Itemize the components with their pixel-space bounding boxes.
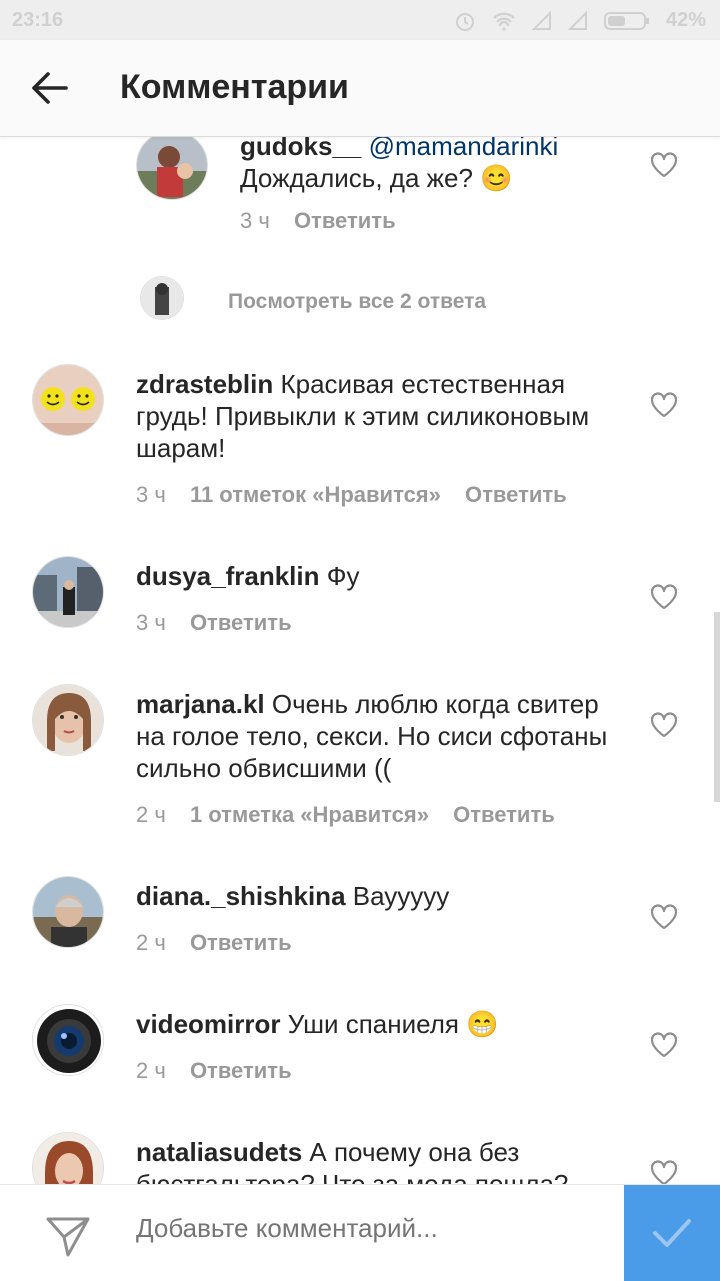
reply-button[interactable]: Ответить (294, 208, 396, 233)
heart-icon[interactable] (650, 152, 678, 178)
comment-username[interactable]: diana._shishkina (136, 881, 346, 911)
comment-text: Вауууyy (352, 881, 450, 911)
comment-text: Уши спаниеля 😁 (287, 1009, 499, 1039)
page-title: Комментарии (120, 68, 349, 106)
reply-button[interactable]: Ответить (453, 802, 555, 827)
comment-text: Фу (326, 561, 360, 591)
heart-icon[interactable] (650, 712, 678, 738)
comment-time: 2 ч (136, 1058, 166, 1083)
comment-body: gudoks__ @mamandarinki Дождались, да же?… (240, 136, 600, 194)
heart-icon[interactable] (650, 904, 678, 930)
comment-meta: 2 ч Ответить (136, 1058, 310, 1084)
battery-percent: 42% (665, 9, 706, 31)
comment-composer (0, 1184, 720, 1281)
avatar[interactable] (32, 556, 104, 628)
comment-input[interactable] (136, 1213, 606, 1244)
comment-body: videomirror Уши спаниеля 😁 (136, 1008, 606, 1040)
avatar[interactable] (32, 876, 104, 948)
checkmark-icon (653, 1219, 691, 1247)
comment-body: marjana.kl Очень люблю когда свитер на г… (136, 688, 626, 784)
avatar[interactable] (32, 364, 104, 436)
comment-mention[interactable]: @mamandarinki (369, 136, 559, 161)
status-time: 23:16 (12, 9, 64, 31)
comment-time: 3 ч (240, 208, 270, 233)
heart-icon[interactable] (650, 392, 678, 418)
likes-count[interactable]: 11 отметок «Нравится» (190, 482, 441, 507)
avatar[interactable] (32, 1004, 104, 1076)
comment-meta: 3 ч Ответить (240, 208, 414, 234)
status-bar: 23:16 42% (0, 0, 720, 40)
comment-username[interactable]: nataliasudets (136, 1137, 302, 1167)
reply-button[interactable]: Ответить (190, 1058, 292, 1083)
comment-text: Дождались, да же? 😊 (240, 163, 513, 193)
signal-icon (531, 10, 551, 30)
comment-meta: 3 ч Ответить (136, 610, 310, 636)
comment-time: 2 ч (136, 802, 166, 827)
alarm-icon (455, 12, 474, 31)
heart-icon[interactable] (650, 1032, 678, 1058)
header: Комментарии (0, 40, 720, 137)
reply-button[interactable]: Ответить (190, 610, 292, 635)
comment-body: zdrasteblin Красивая естественная грудь!… (136, 368, 606, 464)
comment-time: 3 ч (136, 482, 166, 507)
comment-username[interactable]: marjana.kl (136, 689, 265, 719)
likes-count[interactable]: 1 отметка «Нравится» (190, 802, 429, 827)
wifi-icon (493, 12, 515, 31)
battery-icon (603, 11, 649, 30)
comment-body: diana._shishkina Вауууyy (136, 880, 606, 912)
direct-send-icon[interactable] (44, 1211, 92, 1259)
comment-username[interactable]: gudoks__ (240, 136, 361, 161)
view-replies-link[interactable]: Посмотреть все 2 ответа (228, 290, 486, 314)
comment-body: nataliasudets А почему она без бюстгальт… (136, 1136, 606, 1184)
comment-username[interactable]: zdrasteblin (136, 369, 273, 399)
comment-meta: 3 ч 11 отметок «Нравится» Ответить (136, 482, 585, 508)
avatar[interactable] (32, 1132, 104, 1184)
comment-time: 2 ч (136, 930, 166, 955)
back-arrow-icon[interactable] (28, 68, 70, 108)
comment-body: dusya_franklin Фу (136, 560, 606, 592)
comment-meta: 2 ч Ответить (136, 930, 310, 956)
comment-time: 3 ч (136, 610, 166, 635)
heart-icon[interactable] (650, 584, 678, 610)
signal-icon-2 (567, 10, 587, 30)
heart-icon[interactable] (650, 1160, 678, 1184)
comments-list[interactable]: gudoks__ @mamandarinki Дождались, да же?… (0, 136, 720, 1184)
reply-button[interactable]: Ответить (190, 930, 292, 955)
comment-meta: 2 ч 1 отметка «Нравится» Ответить (136, 802, 573, 828)
submit-button[interactable] (624, 1185, 720, 1281)
comment-username[interactable]: dusya_franklin (136, 561, 320, 591)
avatar[interactable] (32, 684, 104, 756)
scrollbar[interactable] (714, 612, 720, 802)
avatar[interactable] (136, 136, 208, 200)
reply-button[interactable]: Ответить (465, 482, 567, 507)
comment-username[interactable]: videomirror (136, 1009, 281, 1039)
avatar[interactable] (140, 276, 184, 320)
